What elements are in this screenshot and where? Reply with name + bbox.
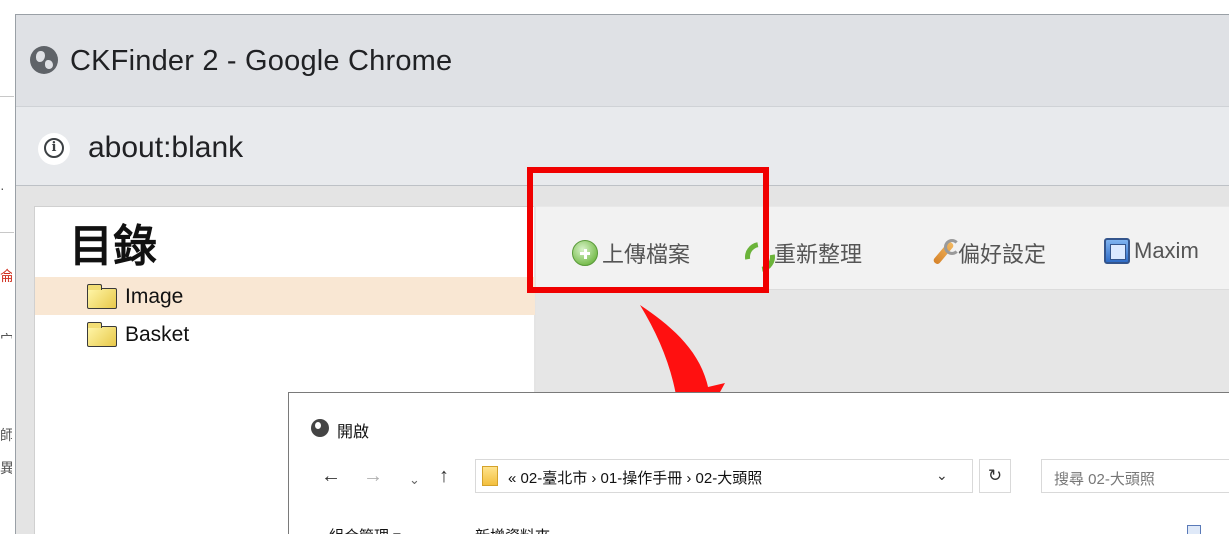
forward-arrow-icon[interactable]: → — [363, 463, 383, 489]
folder-label: Basket — [125, 323, 190, 346]
folder-item-basket[interactable]: Basket — [35, 315, 535, 353]
dialog-refresh-button[interactable]: ↻ — [979, 459, 1011, 493]
background-mark: 侖 — [0, 268, 12, 284]
dialog-nav-row: ← → ⌄ ↑ « 02-臺北市 › 01-操作手冊 › 02-大頭照 ⌄ ↻ … — [289, 457, 1229, 497]
folder-icon — [87, 284, 117, 309]
info-icon[interactable]: i — [38, 133, 70, 165]
view-options-icon[interactable] — [1187, 525, 1201, 534]
path-text[interactable]: « 02-臺北市 › 01-操作手冊 › 02-大頭照 — [508, 467, 762, 488]
background-divider — [0, 232, 14, 233]
refresh-label: 重新整理 — [774, 242, 863, 267]
background-page-edge: · 侖 宀 師 異 — [0, 0, 14, 534]
dialog-search-input[interactable]: 搜尋 02-大頭照 — [1041, 459, 1229, 493]
back-arrow-icon[interactable]: ← — [321, 463, 341, 489]
globe-icon — [311, 419, 329, 437]
organize-menu-button[interactable]: 組合管理 ▾ — [329, 525, 401, 534]
settings-button[interactable]: 偏好設定 — [928, 237, 1046, 267]
folder-icon — [482, 466, 498, 486]
dialog-title: 開啟 — [337, 424, 370, 441]
settings-label: 偏好設定 — [958, 242, 1047, 267]
maximize-icon — [1104, 238, 1130, 265]
annotation-highlight-box — [527, 167, 769, 293]
chevron-down-icon[interactable]: ⌄ — [936, 467, 948, 484]
maximize-label: Maxim — [1134, 238, 1199, 264]
window-title-bar[interactable]: CKFinder 2 - Google Chrome — [16, 15, 1229, 106]
background-mark: · — [0, 180, 5, 196]
screenshot-stage: · 侖 宀 師 異 CKFinder 2 - Google Chrome i a… — [0, 0, 1229, 534]
background-divider — [0, 96, 14, 97]
globe-icon — [30, 46, 58, 74]
settings-icon — [928, 239, 960, 266]
background-mark: 宀 — [0, 332, 12, 348]
search-placeholder: 搜尋 02-大頭照 — [1054, 471, 1155, 488]
background-mark: 異 — [0, 460, 12, 476]
background-mark: 師 — [0, 427, 12, 443]
folder-icon — [87, 322, 117, 347]
folders-panel-title: 目錄 — [69, 221, 157, 272]
file-open-dialog: 開啟 ← → ⌄ ↑ « 02-臺北市 › 01-操作手冊 › 02-大頭照 ⌄… — [288, 392, 1229, 534]
path-breadcrumb[interactable]: « 02-臺北市 › 01-操作手冊 › 02-大頭照 ⌄ — [475, 459, 973, 493]
maximize-button[interactable]: Maxim — [1104, 237, 1199, 267]
window-title: CKFinder 2 - Google Chrome — [70, 45, 453, 77]
new-folder-button[interactable]: 新增資料夾 — [475, 525, 550, 534]
up-arrow-icon[interactable]: ↑ — [439, 463, 449, 489]
folder-label: Image — [125, 285, 184, 308]
folder-item-image[interactable]: Image — [35, 277, 535, 315]
url-text[interactable]: about:blank — [88, 131, 243, 165]
dialog-command-bar: 組合管理 ▾ 新增資料夾 — [289, 517, 1229, 534]
recent-locations-icon[interactable]: ⌄ — [409, 467, 420, 493]
